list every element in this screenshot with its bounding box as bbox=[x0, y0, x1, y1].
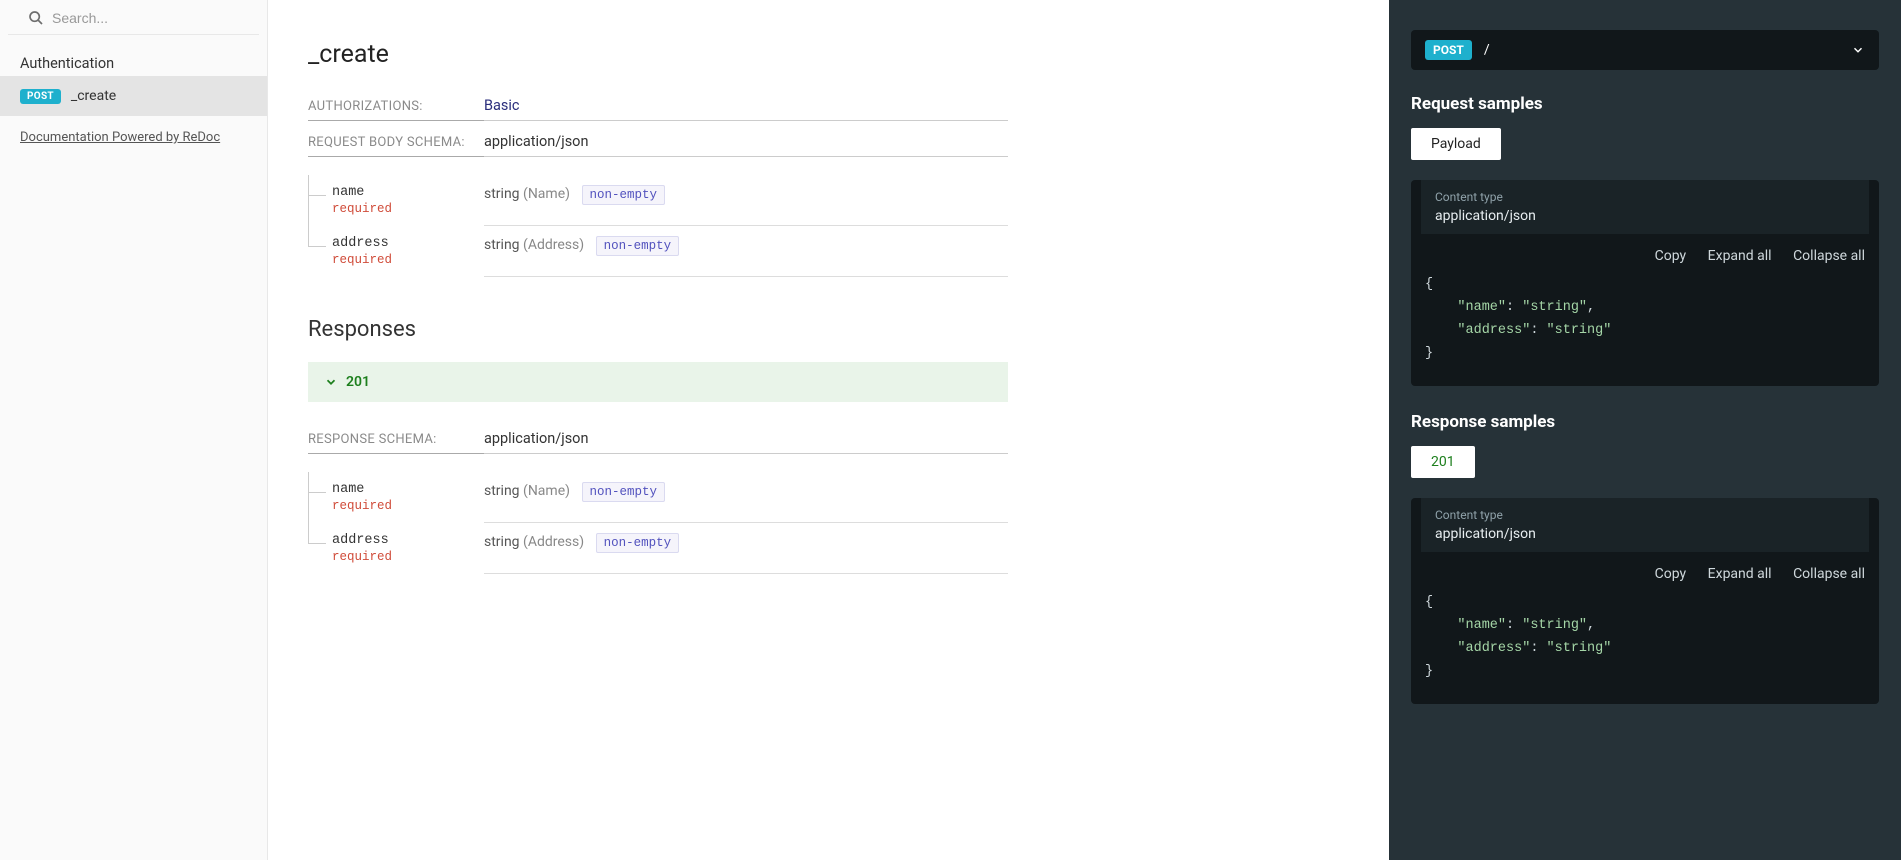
response-201-bar[interactable]: 201 bbox=[308, 362, 1008, 402]
response-schema-value: application/json bbox=[484, 430, 588, 447]
content-type-value: application/json bbox=[1435, 208, 1855, 224]
response-schema-row: RESPONSE SCHEMA: application/json bbox=[308, 430, 1008, 454]
response-samples-heading: Response samples bbox=[1411, 412, 1879, 432]
request-body-schema-label: REQUEST BODY SCHEMA: bbox=[308, 135, 484, 157]
schema-param-cell: name required bbox=[308, 472, 484, 523]
request-body-schema-value: application/json bbox=[484, 133, 588, 150]
response-schema-table: name required string (Name) non-empty ad… bbox=[308, 472, 1008, 574]
param-tag: non-empty bbox=[596, 236, 680, 256]
param-tag: non-empty bbox=[582, 185, 666, 205]
authorizations-value[interactable]: Basic bbox=[484, 97, 520, 114]
response-201-tab[interactable]: 201 bbox=[1411, 446, 1475, 478]
schema-type-cell: string (Name) non-empty bbox=[484, 472, 1008, 523]
payload-tab[interactable]: Payload bbox=[1411, 128, 1501, 160]
request-json-sample[interactable]: { "name": "string", "address": "string" … bbox=[1411, 268, 1879, 372]
chevron-down-icon bbox=[324, 375, 338, 389]
schema-row-name: name required string (Name) non-empty bbox=[308, 472, 1008, 523]
param-type: string bbox=[484, 534, 520, 550]
search-row bbox=[8, 0, 259, 35]
schema-param-cell: name required bbox=[308, 175, 484, 226]
schema-row-name: name required string (Name) non-empty bbox=[308, 175, 1008, 226]
param-tag: non-empty bbox=[582, 482, 666, 502]
request-sample-card: Content type application/json Copy Expan… bbox=[1411, 180, 1879, 386]
content-type-label: Content type bbox=[1435, 508, 1855, 522]
sidebar: Authentication POST _create Documentatio… bbox=[0, 0, 268, 860]
content-type-value: application/json bbox=[1435, 526, 1855, 542]
authorizations-label: AUTHORIZATIONS: bbox=[308, 99, 484, 121]
code-actions: Copy Expand all Collapse all bbox=[1411, 234, 1879, 268]
search-icon bbox=[28, 10, 44, 26]
schema-type-cell: string (Address) non-empty bbox=[484, 226, 1008, 277]
endpoint-path: / bbox=[1484, 42, 1851, 58]
footer-redoc-link[interactable]: Documentation Powered by ReDoc bbox=[0, 116, 267, 159]
content-type-label: Content type bbox=[1435, 190, 1855, 204]
samples-panel: POST / Request samples Payload Content t… bbox=[1389, 0, 1901, 860]
main-panel: _create AUTHORIZATIONS: Basic REQUEST BO… bbox=[268, 0, 1389, 860]
code-actions: Copy Expand all Collapse all bbox=[1411, 552, 1879, 586]
param-tag: non-empty bbox=[596, 533, 680, 553]
param-required: required bbox=[332, 550, 484, 564]
schema-type-cell: string (Name) non-empty bbox=[484, 175, 1008, 226]
param-name: name bbox=[332, 185, 484, 200]
request-body-schema-row: REQUEST BODY SCHEMA: application/json bbox=[308, 133, 1008, 157]
param-title: (Address) bbox=[523, 237, 584, 253]
param-name: address bbox=[332, 533, 484, 548]
nav-item-label: _create bbox=[71, 88, 116, 104]
expand-all-button[interactable]: Expand all bbox=[1708, 566, 1772, 582]
schema-row-address: address required string (Address) non-em… bbox=[308, 523, 1008, 574]
param-title: (Address) bbox=[523, 534, 584, 550]
param-type: string bbox=[484, 237, 520, 253]
responses-heading: Responses bbox=[308, 317, 1349, 342]
schema-param-cell: address required bbox=[308, 523, 484, 574]
chevron-down-icon bbox=[1851, 43, 1865, 57]
endpoint-path-bar[interactable]: POST / bbox=[1411, 30, 1879, 70]
request-schema-table: name required string (Name) non-empty ad… bbox=[308, 175, 1008, 277]
schema-param-cell: address required bbox=[308, 226, 484, 277]
collapse-all-button[interactable]: Collapse all bbox=[1793, 248, 1865, 264]
endpoint-title: _create bbox=[308, 40, 1349, 69]
search-input[interactable] bbox=[52, 10, 239, 26]
response-schema-label: RESPONSE SCHEMA: bbox=[308, 432, 484, 454]
param-required: required bbox=[332, 499, 484, 513]
copy-button[interactable]: Copy bbox=[1655, 248, 1687, 264]
authorizations-row: AUTHORIZATIONS: Basic bbox=[308, 97, 1008, 121]
schema-row-address: address required string (Address) non-em… bbox=[308, 226, 1008, 277]
expand-all-button[interactable]: Expand all bbox=[1708, 248, 1772, 264]
response-code: 201 bbox=[346, 374, 370, 390]
collapse-all-button[interactable]: Collapse all bbox=[1793, 566, 1865, 582]
param-required: required bbox=[332, 202, 484, 216]
response-json-sample[interactable]: { "name": "string", "address": "string" … bbox=[1411, 586, 1879, 690]
param-required: required bbox=[332, 253, 484, 267]
param-type: string bbox=[484, 483, 520, 499]
param-name: name bbox=[332, 482, 484, 497]
param-type: string bbox=[484, 186, 520, 202]
nav-section-authentication[interactable]: Authentication bbox=[0, 35, 267, 76]
schema-type-cell: string (Address) non-empty bbox=[484, 523, 1008, 574]
method-badge: POST bbox=[1425, 40, 1472, 60]
content-type-box[interactable]: Content type application/json bbox=[1421, 498, 1869, 552]
response-sample-card: Content type application/json Copy Expan… bbox=[1411, 498, 1879, 704]
copy-button[interactable]: Copy bbox=[1655, 566, 1687, 582]
method-badge: POST bbox=[20, 89, 61, 104]
param-title: (Name) bbox=[523, 483, 570, 499]
param-name: address bbox=[332, 236, 484, 251]
param-title: (Name) bbox=[523, 186, 570, 202]
content-type-box[interactable]: Content type application/json bbox=[1421, 180, 1869, 234]
request-samples-heading: Request samples bbox=[1411, 94, 1879, 114]
nav-item-create[interactable]: POST _create bbox=[0, 76, 267, 116]
